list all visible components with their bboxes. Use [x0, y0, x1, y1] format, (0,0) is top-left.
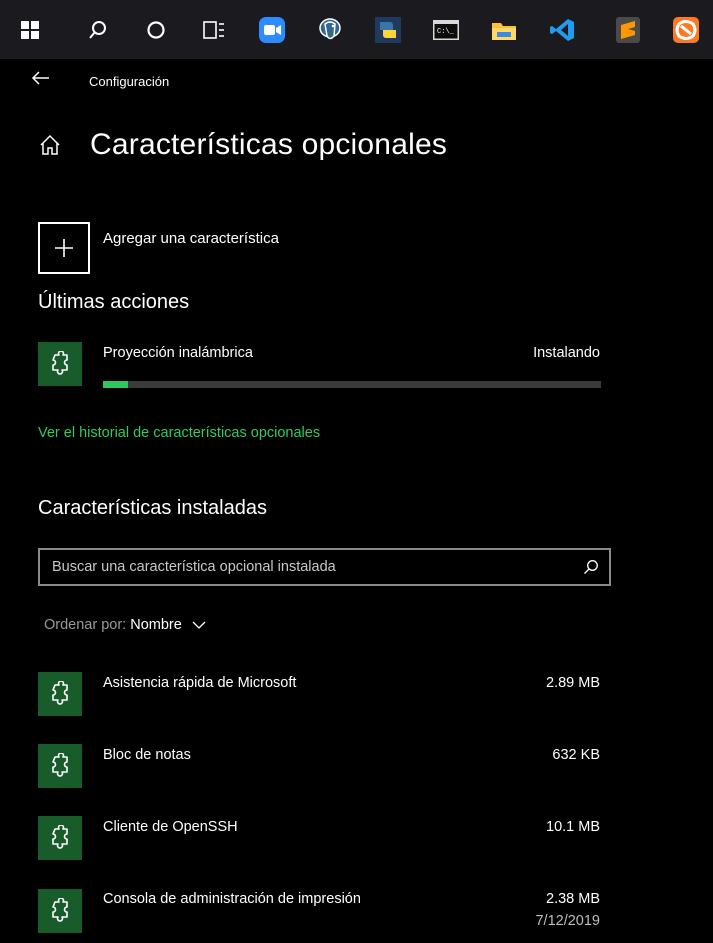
svg-text:C:\_: C:\_ — [437, 28, 455, 36]
home-icon[interactable] — [38, 133, 62, 157]
vscode-app-icon[interactable] — [542, 10, 582, 50]
puzzle-piece-icon — [38, 816, 82, 860]
title-bar: Configuración — [0, 59, 713, 103]
search-box — [38, 548, 611, 586]
file-explorer-icon[interactable] — [484, 10, 524, 50]
terminal-app-icon[interactable]: C:\_ — [426, 10, 466, 50]
sort-label: Ordenar por: — [44, 617, 127, 633]
puzzle-piece-icon — [38, 889, 82, 933]
sublime-text-icon[interactable] — [608, 10, 648, 50]
installed-features-heading: Características instaladas — [38, 497, 267, 519]
back-arrow-icon[interactable] — [30, 67, 52, 89]
feature-name: Bloc de notas — [103, 747, 191, 763]
sort-dropdown[interactable]: Ordenar por: Nombre — [44, 617, 206, 633]
add-box[interactable] — [38, 222, 90, 274]
feature-size: 2.89 MB — [546, 675, 600, 691]
sort-value: Nombre — [130, 617, 182, 633]
puzzle-piece-icon — [38, 672, 82, 716]
feature-date: 7/12/2019 — [535, 913, 600, 929]
search-icon[interactable] — [583, 559, 599, 575]
feature-history-link[interactable]: Ver el historial de características opci… — [38, 425, 320, 441]
feature-size: 632 KB — [552, 747, 600, 763]
install-progress-bar — [103, 381, 601, 388]
recent-action-status: Instalando — [533, 345, 600, 361]
add-feature-label: Agregar una característica — [103, 230, 279, 247]
xampp-app-icon[interactable] — [666, 10, 706, 50]
search-icon[interactable] — [78, 10, 118, 50]
feature-name: Consola de administración de impresión — [103, 891, 361, 907]
puzzle-piece-icon — [38, 342, 82, 386]
chevron-down-icon — [192, 621, 206, 629]
cortana-icon[interactable] — [136, 10, 176, 50]
feature-name: Asistencia rápida de Microsoft — [103, 675, 297, 691]
page-header: Características opcionales — [38, 128, 447, 162]
puzzle-piece-icon — [38, 744, 82, 788]
postgresql-app-icon[interactable] — [310, 10, 350, 50]
install-progress-fill — [103, 381, 128, 388]
recent-action-name: Proyección inalámbrica — [103, 345, 253, 361]
feature-size: 10.1 MB — [546, 819, 600, 835]
add-feature-button[interactable]: Agregar una característica — [38, 222, 279, 274]
window-title: Configuración — [89, 74, 170, 89]
installed-search-input[interactable] — [52, 550, 572, 584]
feature-name: Cliente de OpenSSH — [103, 819, 238, 835]
python-app-icon[interactable] — [368, 10, 408, 50]
taskbar: C:\_ — [0, 0, 713, 59]
zoom-app-icon[interactable] — [252, 10, 292, 50]
recent-actions-heading: Últimas acciones — [38, 291, 190, 313]
task-view-icon[interactable] — [194, 10, 234, 50]
feature-size: 2.38 MB — [546, 891, 600, 907]
windows-start-icon[interactable] — [10, 10, 50, 50]
page-title: Características opcionales — [90, 128, 448, 161]
plus-icon — [55, 239, 73, 257]
